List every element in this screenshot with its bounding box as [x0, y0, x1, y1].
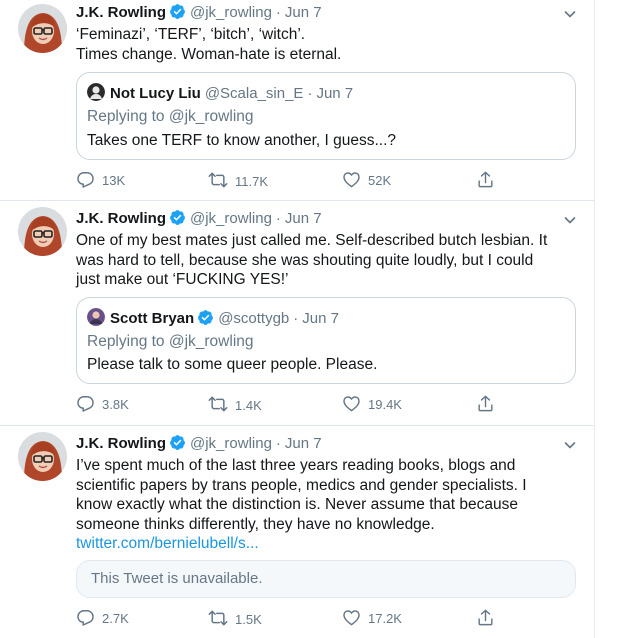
quoted-tweet-date: Jun 7: [302, 310, 339, 327]
like-count: 19.4K: [368, 397, 402, 412]
verified-badge-icon: [169, 434, 186, 457]
tweet-text: ‘Feminazi’, ‘TERF’, ‘bitch’, ‘witch’. Ti…: [76, 25, 576, 64]
tweet-header: J.K. Rowling @jk_rowling · Jun 7: [76, 209, 322, 229]
tweet-text-line: know exactly what the distinction is. Ne…: [76, 496, 518, 513]
tweet-divider: [0, 425, 594, 426]
author-name[interactable]: J.K. Rowling: [76, 210, 166, 227]
quoted-tweet[interactable]: Not Lucy Liu @Scala_sin_E · Jun 7 Replying …: [76, 72, 576, 160]
retweet-count: 11.7K: [235, 174, 269, 189]
tweet-text: I’ve spent much of the last three years …: [76, 456, 576, 554]
quoted-author-handle: @scottygb: [218, 310, 290, 327]
quoted-tweet-header: Not Lucy Liu @Scala_sin_E · Jun 7: [87, 83, 353, 103]
retweet-button[interactable]: 11.7K: [208, 170, 268, 190]
quoted-tweet-text: Takes one TERF to know another, I guess.…: [87, 132, 397, 149]
tweet-text-line: One of my best mates just called me. Sel…: [76, 232, 548, 249]
timeline: J.K. Rowling @jk_rowling · Jun 7 ‘Feminazi’…: [0, 0, 594, 638]
reply-count: 2.7K: [102, 611, 129, 626]
replying-to: Replying to @jk_rowling: [87, 333, 254, 350]
share-icon[interactable]: [476, 170, 496, 190]
unavailable-message: This Tweet is unavailable.: [91, 570, 263, 587]
author-avatar[interactable]: [18, 4, 67, 53]
retweet-count: 1.5K: [235, 612, 262, 627]
tweet-text-line: just make out ‘FUCKING YES!’: [76, 271, 289, 288]
author-name[interactable]: J.K. Rowling: [76, 435, 166, 452]
tweet-text-line: was hard to tell, because she was shouti…: [76, 251, 534, 269]
retweet-button[interactable]: 1.5K: [208, 608, 262, 628]
quoted-tweet-header: Scott Bryan @scottygb · Jun 7: [87, 308, 339, 328]
separator-dot: ·: [307, 85, 313, 102]
author-handle[interactable]: @jk_rowling: [190, 210, 272, 227]
tweet-date[interactable]: Jun 7: [285, 210, 322, 227]
quoted-author-avatar: [87, 83, 105, 101]
tweet-text-line: scientific papers by trans people, medic…: [76, 476, 527, 494]
reply-button[interactable]: 2.7K: [76, 608, 129, 628]
quoted-author-name: Not Lucy Liu: [110, 85, 201, 102]
timeline-border: [594, 0, 595, 638]
like-count: 17.2K: [368, 611, 402, 626]
like-button[interactable]: 19.4K: [342, 394, 402, 414]
tweet-header: J.K. Rowling @jk_rowling · Jun 7: [76, 3, 322, 23]
tweet-text-line: someone thinks differently, they have no…: [76, 515, 435, 533]
tweet-text-line: ‘Feminazi’, ‘TERF’, ‘bitch’, ‘witch’.: [76, 26, 306, 43]
separator-dot: ·: [275, 4, 281, 21]
tweet-header: J.K. Rowling @jk_rowling · Jun 7: [76, 434, 322, 454]
author-avatar[interactable]: [18, 207, 67, 256]
separator-dot: ·: [293, 310, 299, 327]
author-avatar[interactable]: [18, 432, 67, 481]
quoted-author-handle: @Scala_sin_E: [204, 85, 304, 102]
like-count: 52K: [368, 173, 392, 188]
quoted-tweet[interactable]: Scott Bryan @scottygb · Jun 7 Replying to @…: [76, 297, 576, 384]
tweet-text: One of my best mates just called me. Sel…: [76, 231, 576, 290]
separator-dot: ·: [275, 210, 281, 227]
quoted-tweet-date: Jun 7: [316, 85, 354, 102]
reply-button[interactable]: 3.8K: [76, 394, 129, 414]
quoted-tweet-text: Please talk to some queer people. Please…: [87, 356, 378, 373]
separator-dot: ·: [275, 435, 281, 452]
tweet-divider: [0, 200, 594, 201]
retweet-count: 1.4K: [235, 398, 262, 413]
verified-badge-icon: [169, 3, 186, 26]
reply-count: 3.8K: [102, 397, 129, 412]
reply-button[interactable]: 13K: [76, 170, 125, 190]
quoted-author-name: Scott Bryan: [110, 310, 195, 327]
chevron-down-icon[interactable]: [562, 437, 578, 453]
author-handle[interactable]: @jk_rowling: [190, 4, 272, 21]
tweet-link[interactable]: twitter.com/bernielubell/s...: [76, 534, 576, 554]
chevron-down-icon[interactable]: [562, 6, 578, 22]
share-icon[interactable]: [476, 608, 496, 628]
replying-to: Replying to @jk_rowling: [87, 108, 254, 125]
quoted-author-avatar: [87, 308, 105, 326]
tweet-text-line: Times change. Woman-hate is eternal.: [76, 45, 342, 63]
retweet-button[interactable]: 1.4K: [208, 394, 262, 414]
unavailable-tweet-card: This Tweet is unavailable.: [76, 560, 576, 598]
verified-badge-icon: [197, 309, 214, 332]
like-button[interactable]: 17.2K: [342, 608, 402, 628]
chevron-down-icon[interactable]: [562, 212, 578, 228]
share-icon[interactable]: [476, 394, 496, 414]
author-name[interactable]: J.K. Rowling: [76, 4, 166, 21]
tweet-date[interactable]: Jun 7: [285, 435, 322, 452]
tweet-date[interactable]: Jun 7: [285, 4, 322, 21]
like-button[interactable]: 52K: [342, 170, 391, 190]
tweet-text-line: I’ve spent much of the last three years …: [76, 457, 516, 474]
author-handle[interactable]: @jk_rowling: [190, 435, 272, 452]
reply-count: 13K: [102, 173, 126, 188]
verified-badge-icon: [169, 209, 186, 232]
